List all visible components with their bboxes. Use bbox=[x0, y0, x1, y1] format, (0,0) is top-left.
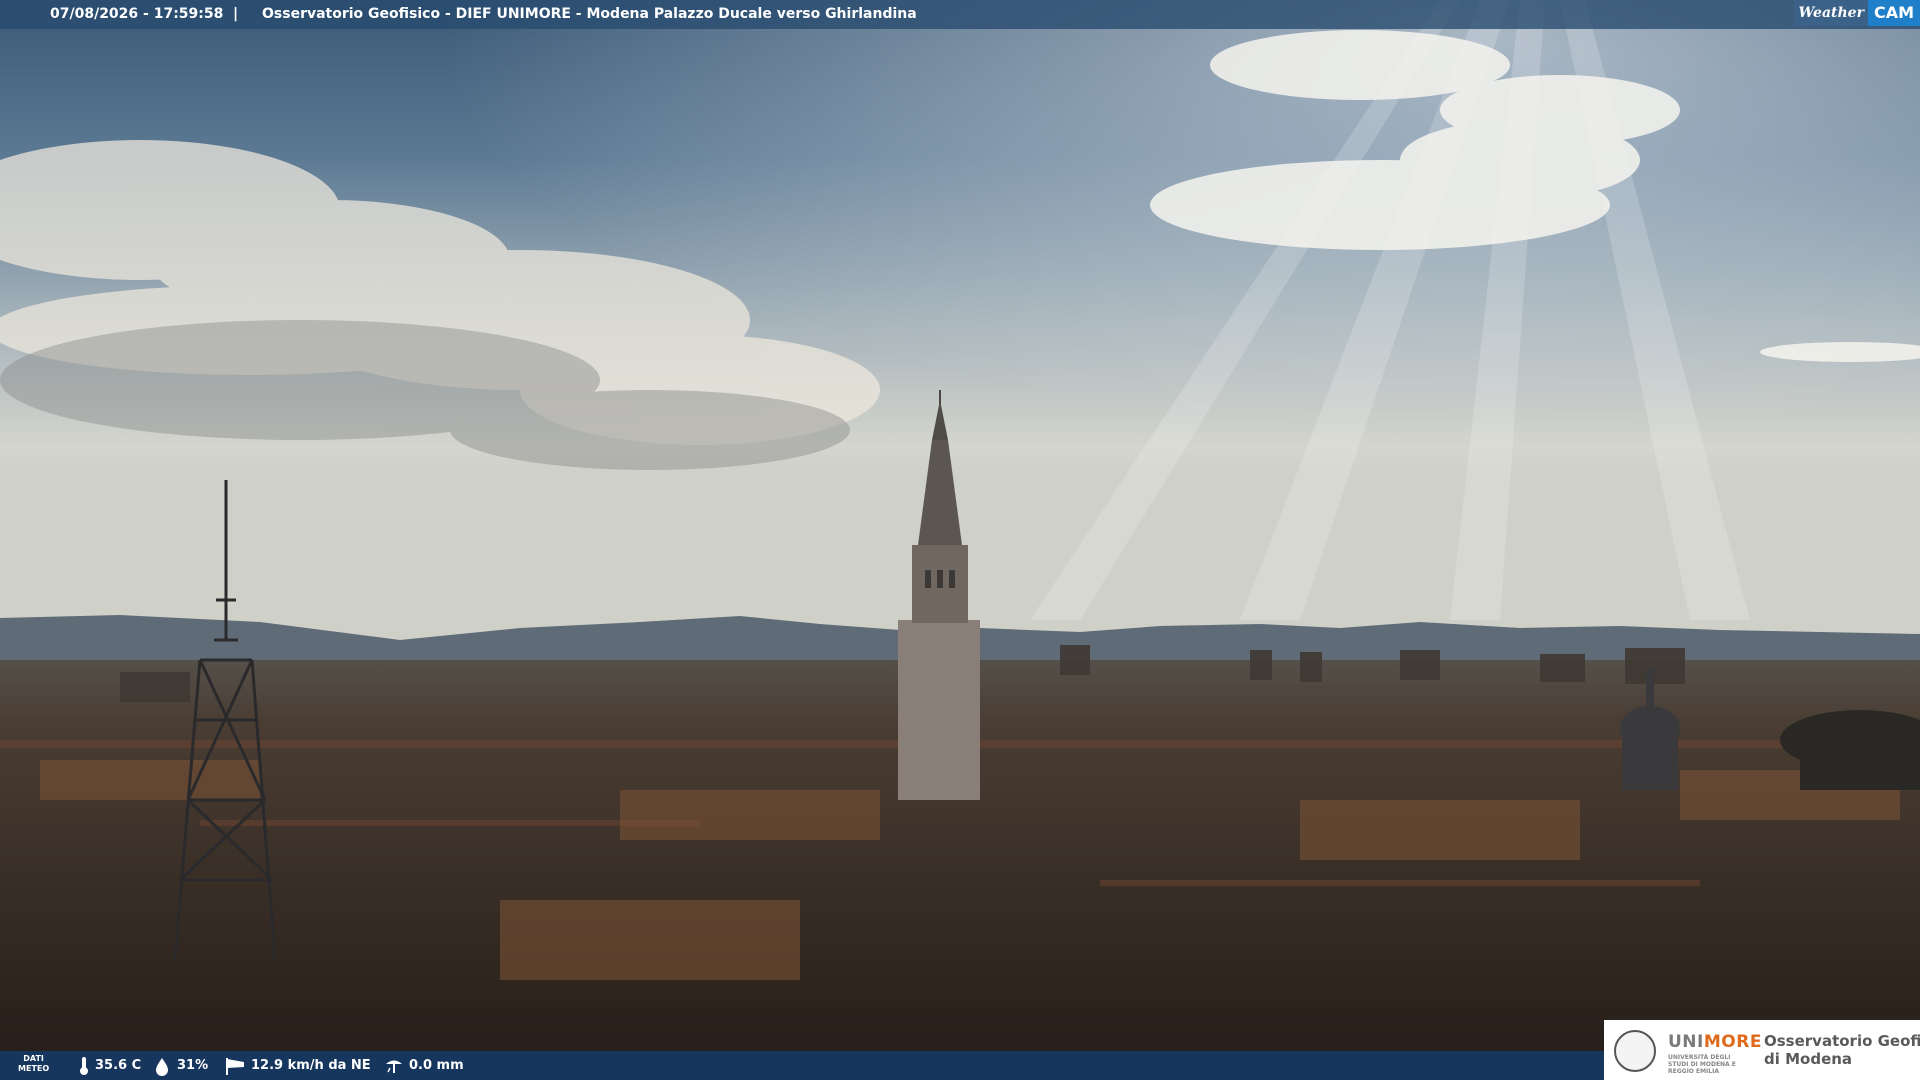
info-overlay-bar: 07/08/2026 - 17:59:58 | Osservatorio Geo… bbox=[0, 0, 1920, 29]
unimore-suffix: MORE bbox=[1703, 1032, 1762, 1052]
weather-data-label: DATI METEO bbox=[18, 1054, 49, 1074]
weather-data-bar: DATI METEO 35.6 C 31% 12.9 km/h da NE 0.… bbox=[0, 1020, 1920, 1080]
unimore-subtitle: UNIVERSITÀ DEGLI STUDI DI MODENA E REGGI… bbox=[1668, 1054, 1736, 1075]
humidity-reading: 31% bbox=[152, 1051, 208, 1080]
wind-value: 12.9 km/h da NE bbox=[251, 1058, 371, 1073]
temperature-reading: 35.6 C bbox=[78, 1051, 141, 1080]
overlay-separator: | bbox=[233, 6, 239, 22]
weathercam-logo: Weather CAM bbox=[1794, 0, 1920, 26]
university-seal-icon bbox=[1614, 1030, 1656, 1072]
brand-cam-text: CAM bbox=[1867, 0, 1920, 26]
unimore-prefix: UNI bbox=[1668, 1032, 1704, 1052]
unimore-observatory-logo: UNIMORE UNIVERSITÀ DEGLI STUDI DI MODENA… bbox=[1604, 1020, 1920, 1080]
weather-label-line2: METEO bbox=[18, 1064, 50, 1073]
thermometer-icon bbox=[80, 1056, 88, 1075]
humidity-drop-icon bbox=[156, 1057, 168, 1076]
rain-reading: 0.0 mm bbox=[384, 1051, 464, 1080]
observatory-name: Osservatorio Geofisico di Modena bbox=[1764, 1032, 1920, 1068]
unimore-wordmark: UNIMORE bbox=[1668, 1032, 1762, 1052]
weather-label-line1: DATI bbox=[23, 1054, 44, 1063]
observatory-name-line1: Osservatorio Geofisico bbox=[1764, 1032, 1920, 1050]
brand-weather-text: Weather bbox=[1794, 0, 1868, 26]
timestamp: 07/08/2026 - 17:59:58 bbox=[50, 6, 224, 22]
observatory-name-line2: di Modena bbox=[1764, 1050, 1853, 1068]
webcam-image bbox=[0, 0, 1920, 1080]
camera-title: Osservatorio Geofisico - DIEF UNIMORE - … bbox=[262, 6, 917, 22]
temperature-value: 35.6 C bbox=[95, 1058, 142, 1073]
wind-sock-icon bbox=[226, 1057, 244, 1075]
wind-reading: 12.9 km/h da NE bbox=[224, 1051, 371, 1080]
humidity-value: 31% bbox=[177, 1058, 209, 1073]
rain-gauge-icon bbox=[386, 1060, 402, 1073]
rain-value: 0.0 mm bbox=[409, 1058, 464, 1073]
